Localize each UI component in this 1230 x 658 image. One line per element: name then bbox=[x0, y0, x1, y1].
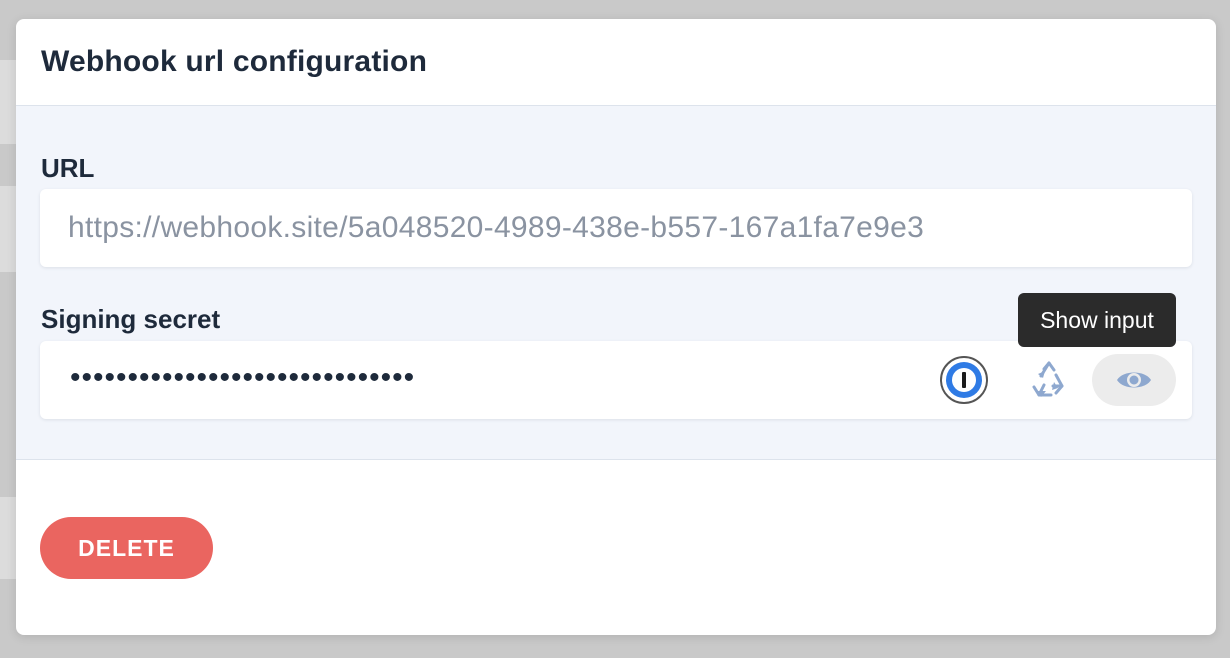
url-value[interactable]: https://webhook.site/5a048520-4989-438e-… bbox=[68, 211, 924, 245]
modal-header: Webhook url configuration bbox=[16, 19, 1216, 106]
show-input-button[interactable] bbox=[1092, 354, 1176, 406]
show-input-tooltip: Show input bbox=[1018, 293, 1176, 347]
eye-icon bbox=[1117, 372, 1151, 388]
delete-button[interactable]: DELETE bbox=[40, 517, 213, 579]
recycle-icon-graphic bbox=[1032, 361, 1064, 397]
recycle-icon[interactable] bbox=[1027, 358, 1071, 402]
signing-secret-label: Signing secret bbox=[41, 304, 221, 334]
signing-secret-value[interactable]: •••••••••••••••••••••••••••••• bbox=[70, 361, 415, 395]
modal-body: URL https://webhook.site/5a048520-4989-4… bbox=[16, 106, 1216, 460]
url-label: URL bbox=[41, 153, 95, 183]
1password-icon-bar bbox=[962, 372, 966, 388]
1password-icon[interactable] bbox=[940, 356, 988, 404]
signing-secret-field[interactable]: •••••••••••••••••••••••••••••• bbox=[40, 341, 1192, 419]
1password-icon-core bbox=[952, 368, 976, 392]
modal-title: Webhook url configuration bbox=[41, 45, 428, 78]
1password-icon-ring bbox=[946, 362, 982, 398]
url-field[interactable]: https://webhook.site/5a048520-4989-438e-… bbox=[40, 189, 1192, 267]
